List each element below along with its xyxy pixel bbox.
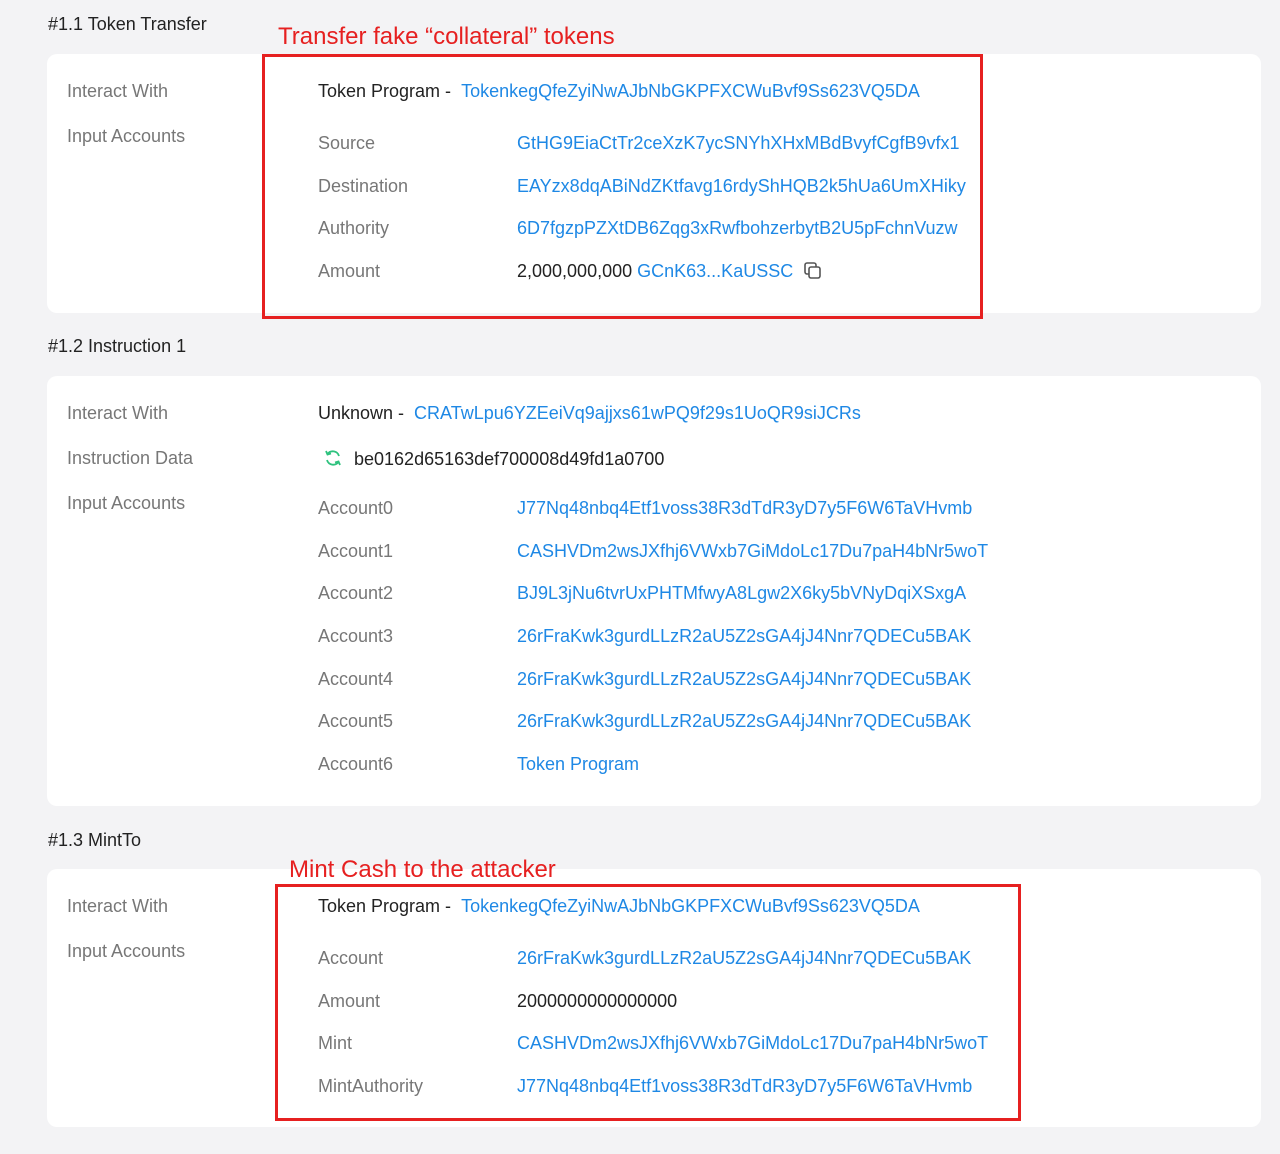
account3-link[interactable]: 26rFraKwk3gurdLLzR2aU5Z2sGA4jJ4Nnr7QDECu… — [517, 626, 971, 646]
instruction-data-hex: be0162d65163def700008d49fd1a0700 — [354, 449, 665, 469]
account6-link[interactable]: Token Program — [517, 754, 639, 774]
account0-key: Account0 — [318, 498, 394, 518]
interact-with-label: Interact With — [67, 896, 169, 916]
instruction-data-label: Instruction Data — [67, 448, 194, 468]
interact-with-label: Interact With — [67, 403, 169, 423]
account1-link[interactable]: CASHVDm2wsJXfhj6VWxb7GiMdoLc17Du7paH4bNr… — [517, 541, 988, 561]
account5-key: Account5 — [318, 711, 394, 731]
annotation-mint-box — [275, 884, 1021, 1121]
input-accounts-label: Input Accounts — [67, 493, 186, 513]
annotation-transfer-box — [262, 54, 983, 319]
interact-with-label: Interact With — [67, 81, 169, 101]
instruction-card: Interact With Instruction Data Input Acc… — [47, 376, 1261, 806]
account5-link[interactable]: 26rFraKwk3gurdLLzR2aU5Z2sGA4jJ4Nnr7QDECu… — [517, 711, 971, 731]
account6-key: Account6 — [318, 754, 394, 774]
account3-key: Account3 — [318, 626, 394, 646]
account4-key: Account4 — [318, 669, 394, 689]
account2-key: Account2 — [318, 583, 394, 603]
input-accounts-label: Input Accounts — [67, 126, 186, 146]
annotation-transfer-text: Transfer fake “collateral” tokens — [278, 23, 615, 50]
program-header: Unknown - CRATwLpu6YZEeiVq9ajjxs61wPQ9f29… — [318, 403, 861, 424]
section-title-token-transfer: #1.1 Token Transfer — [48, 14, 207, 34]
section-title-mintto: #1.3 MintTo — [48, 830, 142, 850]
input-accounts-label: Input Accounts — [67, 941, 186, 961]
annotation-mint-text: Mint Cash to the attacker — [289, 856, 556, 883]
program-name: Unknown - — [318, 403, 405, 423]
section-title-instruction-1: #1.2 Instruction 1 — [48, 336, 187, 356]
account1-key: Account1 — [318, 541, 394, 561]
account4-link[interactable]: 26rFraKwk3gurdLLzR2aU5Z2sGA4jJ4Nnr7QDECu… — [517, 669, 971, 689]
refresh-icon[interactable] — [323, 448, 343, 473]
program-address-link[interactable]: CRATwLpu6YZEeiVq9ajjxs61wPQ9f29s1UoQR9si… — [414, 403, 861, 423]
account0-link[interactable]: J77Nq48nbq4Etf1voss38R3dTdR3yD7y5F6W6TaV… — [517, 498, 972, 518]
account2-link[interactable]: BJ9L3jNu6tvrUxPHTMfwyA8Lgw2X6ky5bVNyDqiX… — [517, 583, 966, 603]
